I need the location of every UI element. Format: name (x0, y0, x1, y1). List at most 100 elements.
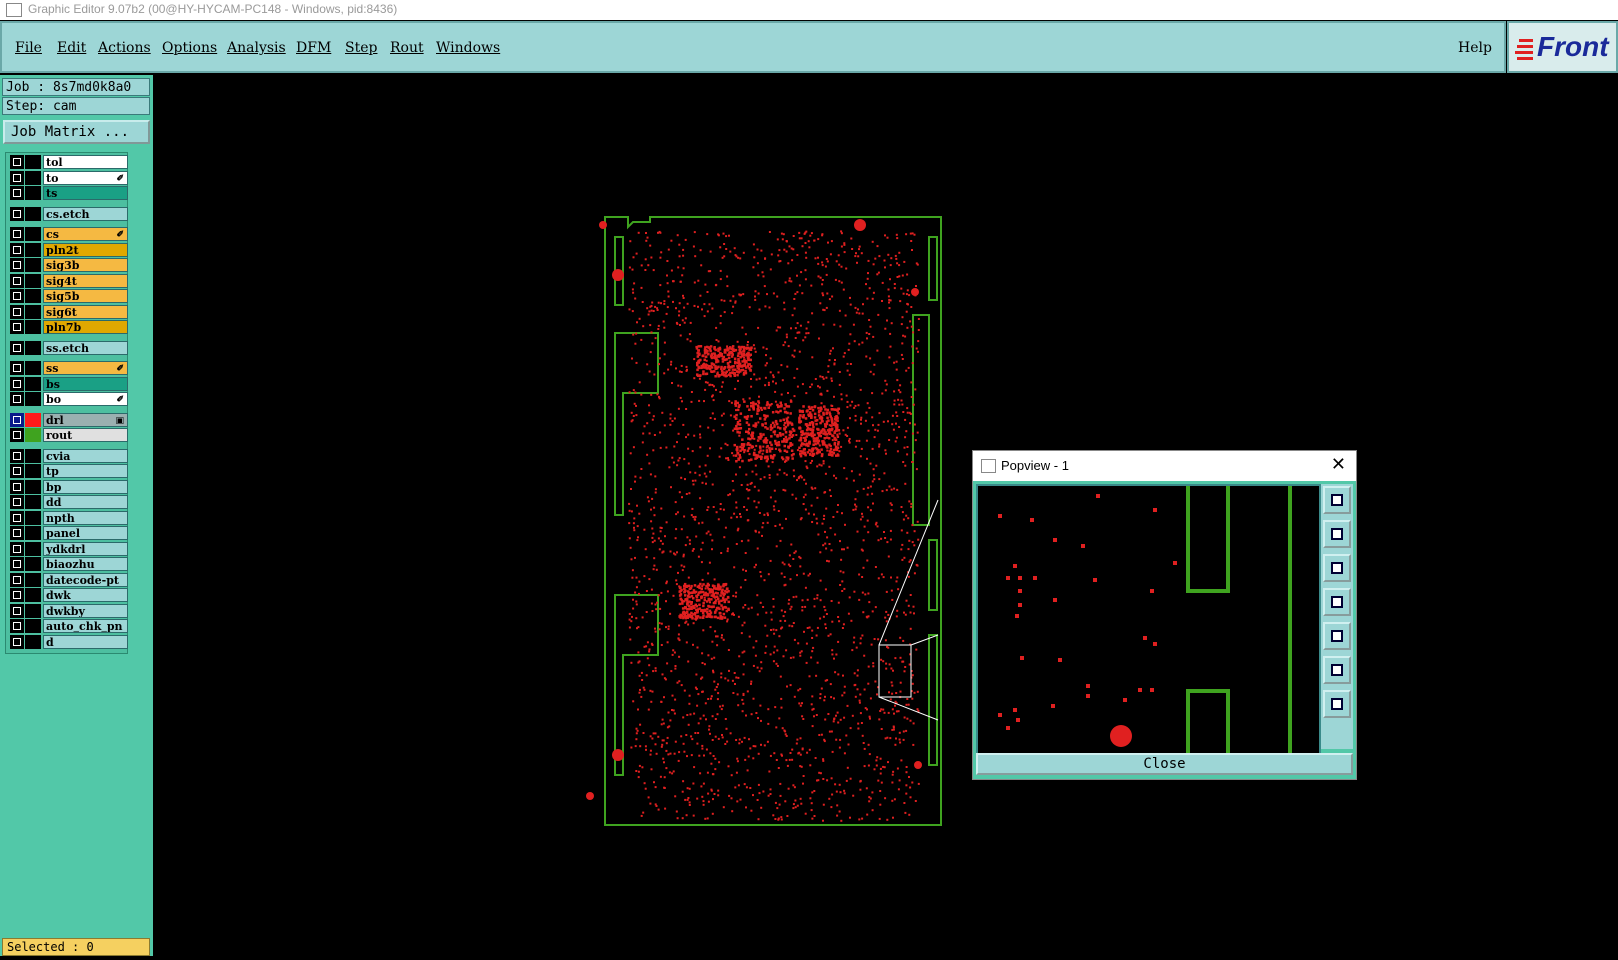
layer-checkbox[interactable] (10, 495, 24, 509)
layer-row-bs[interactable]: bs (10, 376, 128, 391)
pan-left-icon[interactable] (1323, 588, 1351, 616)
layer-checkbox[interactable] (10, 273, 24, 288)
layer-checkbox[interactable] (10, 428, 24, 442)
layer-row-pln7b[interactable]: pln7b (10, 320, 128, 334)
menu-edit[interactable]: Edit (57, 40, 86, 56)
layer-row-rout[interactable]: rout (10, 428, 128, 442)
layer-row-panel[interactable]: panel (10, 526, 128, 540)
layer-checkbox[interactable] (10, 170, 24, 185)
menu-step[interactable]: Step (345, 40, 377, 56)
layer-row-biaozhu[interactable]: biaozhu (10, 557, 128, 571)
layer-row-cvia[interactable]: cvia (10, 448, 128, 463)
layer-row-pln2t[interactable]: pln2t (10, 242, 128, 257)
zoom-window-icon[interactable] (1323, 486, 1351, 514)
layer-checkbox[interactable] (10, 376, 24, 391)
layer-name[interactable]: biaozhu (43, 557, 128, 571)
layer-name[interactable]: tp (43, 464, 128, 478)
layer-row-bp[interactable]: bp (10, 479, 128, 494)
layer-checkbox[interactable] (10, 304, 24, 319)
layer-row-drl[interactable]: drl ▣ (10, 412, 128, 427)
menu-file[interactable]: File (15, 40, 42, 56)
layer-checkbox[interactable] (10, 510, 24, 525)
layer-row-datecode-pt[interactable]: datecode-pt (10, 572, 128, 587)
layer-name[interactable]: d (43, 634, 128, 649)
zoom-in-icon[interactable] (1323, 656, 1351, 684)
layer-name[interactable]: cs ✐ (43, 227, 128, 241)
layer-row-d[interactable]: d (10, 634, 128, 649)
pan-down-icon[interactable] (1323, 554, 1351, 582)
layer-checkbox[interactable] (10, 464, 24, 478)
graphics-canvas[interactable] (153, 75, 1618, 956)
job-matrix-button[interactable]: Job Matrix ... (3, 120, 150, 144)
layer-row-sig6t[interactable]: sig6t (10, 304, 128, 319)
menu-windows[interactable]: Windows (436, 40, 500, 56)
layer-name[interactable]: pln2t (43, 242, 128, 257)
layer-checkbox[interactable] (10, 340, 24, 355)
layer-name[interactable]: datecode-pt (43, 572, 128, 587)
layer-checkbox[interactable] (10, 206, 24, 221)
layer-checkbox[interactable] (10, 289, 24, 303)
board-view[interactable] (153, 75, 1618, 956)
layer-checkbox[interactable] (10, 186, 24, 200)
layer-name[interactable]: drl ▣ (43, 412, 128, 427)
layer-checkbox[interactable] (10, 227, 24, 241)
menu-options[interactable]: Options (162, 40, 217, 56)
layer-name[interactable]: auto_chk_pn (43, 619, 128, 633)
layer-row-npth[interactable]: npth (10, 510, 128, 525)
layer-name[interactable]: npth (43, 510, 128, 525)
close-icon[interactable]: ✕ (1331, 454, 1346, 475)
layer-row-ydkdrl[interactable]: ydkdrl (10, 541, 128, 556)
layer-row-dd[interactable]: dd (10, 495, 128, 509)
layer-row-sig3b[interactable]: sig3b (10, 258, 128, 272)
layer-checkbox[interactable] (10, 412, 24, 427)
layer-checkbox[interactable] (10, 258, 24, 272)
layer-row-dwk[interactable]: dwk (10, 588, 128, 602)
layer-name[interactable]: sig6t (43, 304, 128, 319)
layer-row-auto_chk_pn[interactable]: auto_chk_pn (10, 619, 128, 633)
layer-name[interactable]: sig3b (43, 258, 128, 272)
layer-name[interactable]: ts (43, 186, 128, 200)
layer-name[interactable]: tol (43, 155, 128, 169)
layer-name[interactable]: cvia (43, 448, 128, 463)
layer-name[interactable]: dd (43, 495, 128, 509)
layer-row-dwkby[interactable]: dwkby (10, 603, 128, 618)
pan-right-icon[interactable] (1323, 622, 1351, 650)
layer-name[interactable]: bo ✐ (43, 392, 128, 406)
layer-row-cs.etch[interactable]: cs.etch (10, 206, 128, 221)
menu-actions[interactable]: Actions (98, 40, 151, 56)
layer-name[interactable]: sig5b (43, 289, 128, 303)
layer-row-tol[interactable]: tol (10, 155, 128, 169)
pan-up-icon[interactable] (1323, 520, 1351, 548)
layer-row-sig4t[interactable]: sig4t (10, 273, 128, 288)
layer-name[interactable]: dwkby (43, 603, 128, 618)
layer-name[interactable]: to ✐ (43, 170, 128, 185)
layer-checkbox[interactable] (10, 603, 24, 618)
layer-checkbox[interactable] (10, 479, 24, 494)
layer-name[interactable]: pln7b (43, 320, 128, 334)
layer-row-ts[interactable]: ts (10, 186, 128, 200)
layer-checkbox[interactable] (10, 588, 24, 602)
menu-analysis[interactable]: Analysis (227, 40, 286, 56)
menu-rout[interactable]: Rout (390, 40, 424, 56)
menu-help[interactable]: Help (1458, 40, 1492, 56)
layer-checkbox[interactable] (10, 619, 24, 633)
layer-row-sig5b[interactable]: sig5b (10, 289, 128, 303)
layer-name[interactable]: ydkdrl (43, 541, 128, 556)
layer-row-bo[interactable]: bo ✐ (10, 392, 128, 406)
layer-name[interactable]: bp (43, 479, 128, 494)
layer-name[interactable]: ss.etch (43, 340, 128, 355)
layer-checkbox[interactable] (10, 392, 24, 406)
layer-row-cs[interactable]: cs ✐ (10, 227, 128, 241)
layer-row-ss.etch[interactable]: ss.etch (10, 340, 128, 355)
layer-checkbox[interactable] (10, 526, 24, 540)
layer-name[interactable]: sig4t (43, 273, 128, 288)
layer-row-to[interactable]: to ✐ (10, 170, 128, 185)
menu-dfm[interactable]: DFM (296, 40, 331, 56)
layer-checkbox[interactable] (10, 448, 24, 463)
popview-canvas[interactable] (976, 484, 1321, 755)
layer-checkbox[interactable] (10, 155, 24, 169)
zoom-out-icon[interactable] (1323, 690, 1351, 718)
popview-close-button[interactable]: Close (976, 753, 1353, 775)
layer-checkbox[interactable] (10, 572, 24, 587)
layer-row-ss[interactable]: ss ✐ (10, 361, 128, 375)
